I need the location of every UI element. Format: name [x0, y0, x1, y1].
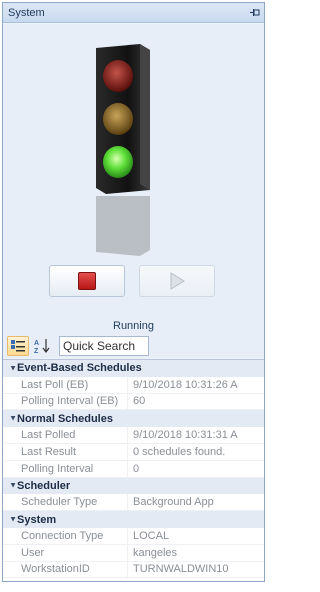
property-value: Background App [133, 496, 214, 509]
traffic-light-reflection [90, 196, 154, 256]
category-label: System [17, 513, 57, 526]
collapse-icon[interactable]: ▲ [7, 515, 17, 524]
category-label: Event-Based Schedules [17, 362, 142, 375]
property-name: Polling Interval [3, 460, 128, 477]
property-name: Polling Interval (EB) [3, 393, 128, 410]
property-row[interactable]: Polling Interval (EB) 60 [3, 393, 264, 411]
property-value: 0 schedules found. [133, 445, 226, 458]
status-label: Running [113, 320, 154, 332]
property-name: WorkstationID [3, 561, 128, 578]
property-row[interactable]: Connection Type LOCAL [3, 527, 264, 545]
collapse-icon[interactable]: ▲ [7, 364, 17, 373]
property-row[interactable]: Last Result 0 schedules found. [3, 443, 264, 461]
traffic-light-icon [90, 44, 154, 194]
property-name: Connection Type [3, 527, 128, 544]
status-area: Running [3, 24, 264, 337]
categorized-button[interactable] [7, 336, 29, 356]
property-name: User [3, 544, 128, 561]
property-value: 0 [133, 462, 140, 475]
sort-alphabetical-button[interactable]: A Z [32, 336, 54, 356]
property-value: kangeles [133, 546, 178, 559]
category-row[interactable]: ▲ Event-Based Schedules [3, 360, 264, 377]
property-value: 9/10/2018 10:31:31 A [133, 429, 238, 442]
category-label: Scheduler [17, 479, 71, 492]
property-row[interactable]: Last Poll (EB) 9/10/2018 10:31:26 A [3, 376, 264, 394]
svg-text:A: A [34, 340, 39, 347]
category-row[interactable]: ▲ Scheduler [3, 477, 264, 495]
sort-az-icon: A Z [34, 339, 50, 354]
property-name: Scheduler Type [3, 494, 128, 511]
svg-text:Z: Z [34, 348, 39, 354]
panel-titlebar: System [3, 3, 264, 23]
category-label: Normal Schedules [17, 412, 113, 425]
play-triangle-icon [170, 272, 185, 290]
property-value: 9/10/2018 10:31:26 A [133, 378, 238, 391]
category-row[interactable]: ▲ Normal Schedules [3, 410, 264, 428]
pin-icon[interactable] [244, 4, 264, 22]
property-toolbar: A Z [3, 334, 264, 358]
stop-square-icon [78, 272, 96, 290]
property-row[interactable]: Scheduler Type Background App [3, 494, 264, 512]
property-name: Last Polled [3, 427, 128, 443]
panel-title: System [8, 6, 45, 19]
property-row[interactable]: Polling Interval 0 [3, 460, 264, 478]
property-grid: ▲ Event-Based Schedules Last Poll (EB) 9/10… [3, 359, 264, 581]
category-row[interactable]: ▲ System [3, 511, 264, 528]
property-value: TURNWALDWIN10 [133, 563, 229, 576]
property-name: Last Result [3, 443, 128, 460]
play-button[interactable] [139, 265, 215, 297]
property-row[interactable]: Last Polled 9/10/2018 10:31:31 A [3, 427, 264, 444]
collapse-icon[interactable]: ▲ [7, 414, 17, 423]
system-panel: System Running A Z Quick Search ▲ Event-… [2, 2, 265, 582]
categorized-icon [11, 340, 25, 352]
stop-button[interactable] [49, 265, 125, 297]
property-row[interactable]: User kangeles [3, 544, 264, 562]
quick-search-input[interactable] [59, 336, 149, 356]
property-row[interactable]: WorkstationID TURNWALDWIN10 [3, 561, 264, 579]
property-name: Last Poll (EB) [3, 376, 128, 393]
property-value: 60 [133, 395, 146, 408]
collapse-icon[interactable]: ▲ [7, 481, 17, 490]
property-value: LOCAL [133, 529, 170, 542]
